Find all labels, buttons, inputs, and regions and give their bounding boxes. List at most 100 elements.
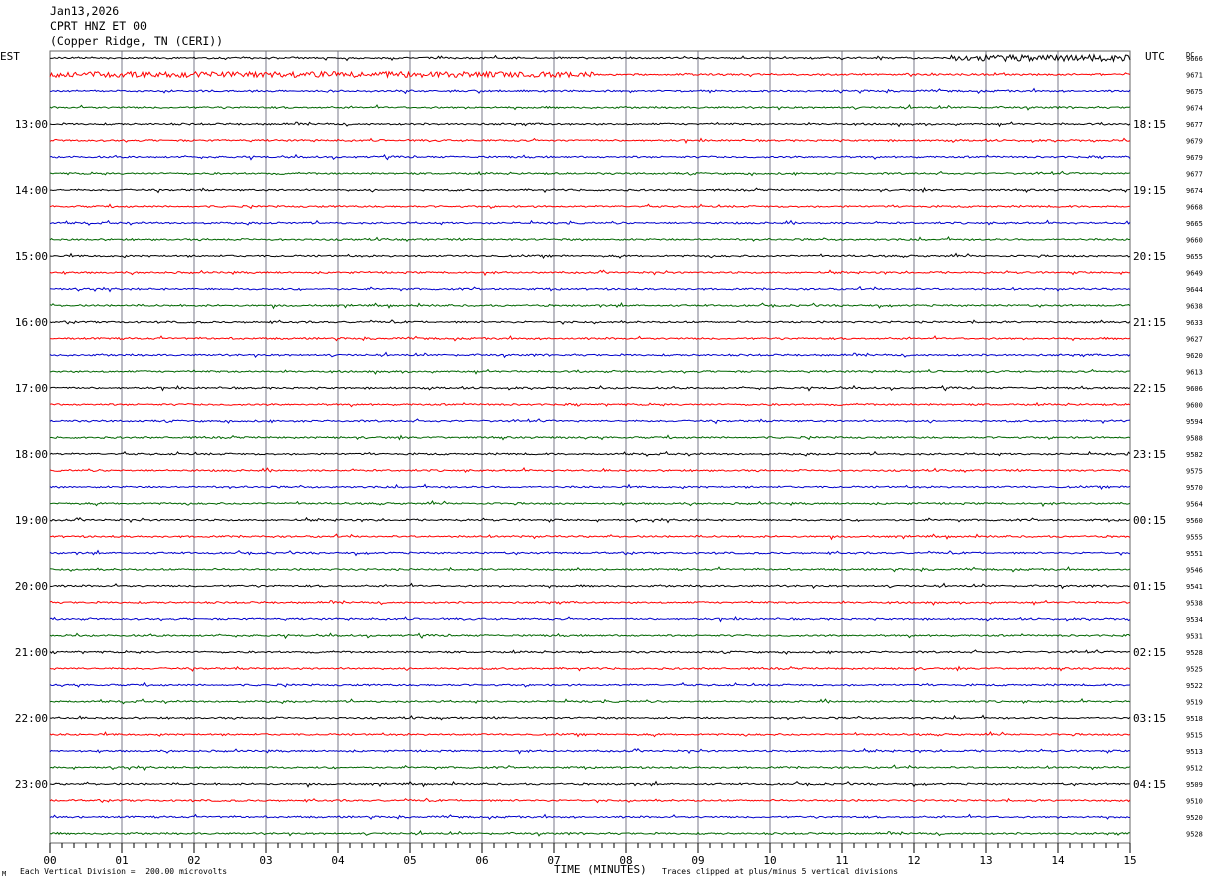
seismic-trace bbox=[49, 730, 1131, 738]
dc-value-label: 9509 bbox=[1186, 781, 1203, 789]
dc-value-label: 9522 bbox=[1186, 682, 1203, 690]
seismic-trace bbox=[49, 830, 1130, 837]
dc-value-label: 9633 bbox=[1186, 319, 1203, 327]
dc-value-label: 9677 bbox=[1186, 121, 1203, 129]
seismic-trace bbox=[49, 418, 1131, 425]
axis-group bbox=[49, 843, 1131, 853]
x-tick-label: 00 bbox=[43, 854, 56, 867]
x-tick-label: 06 bbox=[475, 854, 488, 867]
utc-time-label: 23:15 bbox=[1133, 448, 1166, 461]
seismic-trace bbox=[49, 566, 1131, 573]
seismic-trace bbox=[49, 170, 1131, 177]
seismic-trace bbox=[49, 351, 1131, 359]
dc-value-label: 9674 bbox=[1186, 105, 1203, 113]
seismic-trace bbox=[50, 533, 1131, 541]
seismic-trace bbox=[49, 319, 1131, 325]
seismic-trace bbox=[49, 219, 1131, 226]
seismic-trace bbox=[49, 665, 1131, 672]
seismic-trace bbox=[49, 483, 1131, 490]
est-time-label: 17:00 bbox=[15, 382, 48, 395]
seismic-trace bbox=[49, 104, 1131, 111]
dc-value-label: 9638 bbox=[1186, 303, 1203, 311]
dc-value-label: 9588 bbox=[1186, 435, 1203, 443]
dc-value-label: 9665 bbox=[1186, 220, 1203, 228]
seismic-trace bbox=[49, 53, 1131, 63]
seismic-trace bbox=[49, 203, 1131, 210]
dc-value-label: 9613 bbox=[1186, 369, 1203, 377]
seismic-trace bbox=[49, 285, 1131, 293]
x-tick-label: 15 bbox=[1123, 854, 1136, 867]
seismic-trace bbox=[49, 649, 1130, 655]
x-tick-label: 13 bbox=[979, 854, 992, 867]
seismic-trace bbox=[49, 599, 1131, 606]
est-time-label: 21:00 bbox=[15, 646, 48, 659]
est-time-label: 13:00 bbox=[15, 118, 48, 131]
seismic-trace bbox=[49, 467, 1131, 474]
x-tick-label: 05 bbox=[403, 854, 416, 867]
dc-value-label: 9546 bbox=[1186, 567, 1203, 575]
x-tick-label: 12 bbox=[907, 854, 920, 867]
dc-value-label: 9679 bbox=[1186, 138, 1203, 146]
seismic-trace bbox=[49, 714, 1131, 721]
utc-time-label: 19:15 bbox=[1133, 184, 1166, 197]
dc-value-label: 9594 bbox=[1186, 418, 1203, 426]
utc-time-label: 21:15 bbox=[1133, 316, 1166, 329]
dc-value-label: 9515 bbox=[1186, 732, 1203, 740]
corner-mark: M bbox=[2, 870, 7, 878]
dc-value-label: 9655 bbox=[1186, 253, 1203, 261]
seismic-trace bbox=[49, 153, 1131, 161]
x-tick-label: 01 bbox=[115, 854, 128, 867]
dc-value-label: 9520 bbox=[1186, 814, 1203, 822]
x-axis-label: TIME (MINUTES) bbox=[554, 863, 647, 876]
dc-value-label: 9674 bbox=[1186, 187, 1203, 195]
dc-value-label: 9606 bbox=[1186, 385, 1203, 393]
dc-value-label: 9525 bbox=[1186, 666, 1203, 674]
seismic-trace bbox=[49, 780, 1130, 788]
dc-value-label: 9679 bbox=[1186, 154, 1203, 162]
utc-time-label: 02:15 bbox=[1133, 646, 1166, 659]
dc-header-label: DC bbox=[1186, 51, 1194, 59]
est-time-label: 15:00 bbox=[15, 250, 48, 263]
dc-value-label: 9518 bbox=[1186, 715, 1203, 723]
dc-value-label: 9519 bbox=[1186, 699, 1203, 707]
seismic-trace bbox=[49, 301, 1131, 310]
dc-value-label: 9677 bbox=[1186, 171, 1203, 179]
seismic-trace bbox=[49, 813, 1131, 821]
est-time-label: 16:00 bbox=[15, 316, 48, 329]
seismic-trace bbox=[49, 549, 1131, 557]
dc-value-label: 9671 bbox=[1186, 72, 1203, 80]
dc-value-label: 9564 bbox=[1186, 501, 1203, 509]
dc-value-label: 9570 bbox=[1186, 484, 1203, 492]
seismic-trace bbox=[49, 252, 1131, 259]
seismic-trace bbox=[49, 582, 1131, 590]
seismic-trace bbox=[49, 764, 1131, 772]
dc-value-label: 9620 bbox=[1186, 352, 1203, 360]
seismic-trace bbox=[49, 70, 1131, 79]
seismic-trace bbox=[49, 450, 1131, 457]
dc-value-label: 9551 bbox=[1186, 550, 1203, 558]
dc-value-label: 9560 bbox=[1186, 517, 1203, 525]
x-tick-label: 10 bbox=[763, 854, 776, 867]
plot-border bbox=[49, 50, 1131, 844]
label-group: 9666967196759674967796799679967796749668… bbox=[0, 50, 1203, 867]
seismic-trace bbox=[49, 137, 1131, 145]
dc-value-label: 9627 bbox=[1186, 336, 1203, 344]
scale-note: Each Vertical Division = 200.00 microvol… bbox=[20, 867, 228, 876]
est-time-label: 19:00 bbox=[15, 514, 48, 527]
seismic-trace bbox=[49, 121, 1131, 128]
seismic-trace bbox=[49, 516, 1131, 524]
dc-value-label: 9528 bbox=[1186, 649, 1203, 657]
seismic-trace bbox=[49, 335, 1131, 342]
dc-value-label: 9513 bbox=[1186, 748, 1203, 756]
dc-value-label: 9668 bbox=[1186, 204, 1203, 212]
x-tick-label: 04 bbox=[331, 854, 345, 867]
est-time-label: 23:00 bbox=[15, 778, 48, 791]
dc-value-label: 9528 bbox=[1186, 831, 1203, 839]
dc-value-label: 9644 bbox=[1186, 286, 1203, 294]
seismic-trace bbox=[49, 368, 1131, 375]
seismic-trace bbox=[49, 681, 1131, 688]
utc-time-label: 22:15 bbox=[1133, 382, 1166, 395]
seismic-trace bbox=[49, 747, 1131, 755]
seismic-trace bbox=[50, 87, 1131, 95]
dc-value-label: 9538 bbox=[1186, 600, 1203, 608]
